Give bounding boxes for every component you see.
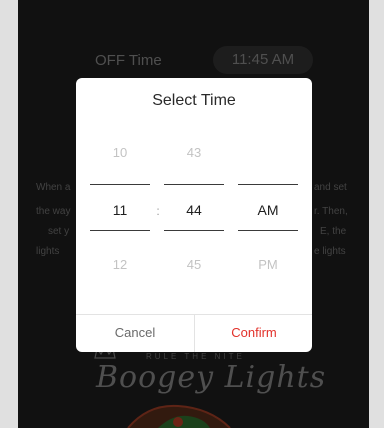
selection-divider bbox=[238, 230, 298, 231]
hour-wheel[interactable]: 10 11 12 bbox=[90, 138, 150, 308]
dialog-title: Select Time bbox=[152, 92, 236, 109]
minute-option[interactable]: 43 bbox=[164, 145, 224, 160]
minute-selected[interactable]: 44 bbox=[164, 202, 224, 218]
selection-divider bbox=[164, 230, 224, 231]
hour-selected[interactable]: 11 bbox=[90, 202, 150, 218]
minute-option[interactable]: 45 bbox=[164, 257, 224, 272]
cancel-button[interactable]: Cancel bbox=[76, 314, 194, 352]
period-option[interactable]: PM bbox=[238, 257, 298, 272]
selection-divider bbox=[90, 230, 150, 231]
confirm-button[interactable]: Confirm bbox=[195, 314, 312, 352]
hour-option[interactable]: 12 bbox=[90, 257, 150, 272]
selection-divider bbox=[164, 184, 224, 185]
time-picker-dialog: Select Time 10 11 12 : 43 44 45 AM PM Ca… bbox=[76, 78, 312, 352]
period-selected[interactable]: AM bbox=[238, 202, 298, 218]
minute-wheel[interactable]: 43 44 45 bbox=[164, 138, 224, 308]
selection-divider bbox=[238, 184, 298, 185]
time-separator: : bbox=[156, 204, 160, 218]
hour-option[interactable]: 10 bbox=[90, 145, 150, 160]
period-wheel[interactable]: AM PM bbox=[238, 138, 298, 308]
selection-divider bbox=[90, 184, 150, 185]
